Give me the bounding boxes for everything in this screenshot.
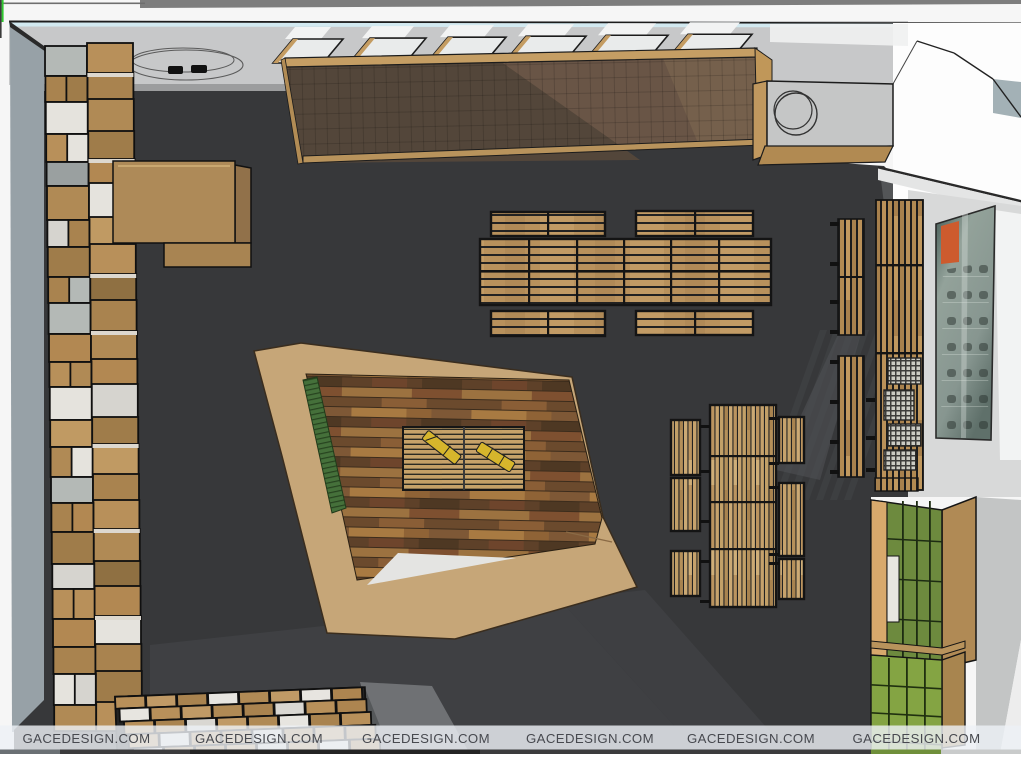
svg-text:GACEDESIGN.COM: GACEDESIGN.COM (687, 731, 815, 746)
svg-text:GACEDESIGN.COM: GACEDESIGN.COM (526, 731, 654, 746)
svg-text:GACEDESIGN.COM: GACEDESIGN.COM (362, 731, 490, 746)
svg-text:GACEDESIGN.COM: GACEDESIGN.COM (853, 731, 981, 746)
svg-text:GACEDESIGN.COM: GACEDESIGN.COM (23, 731, 151, 746)
svg-text:GACEDESIGN.COM: GACEDESIGN.COM (195, 731, 323, 746)
